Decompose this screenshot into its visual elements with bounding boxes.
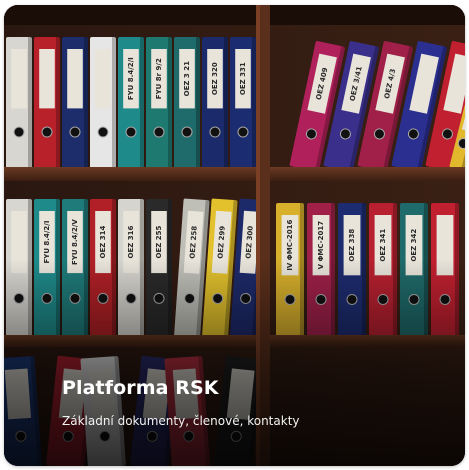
shelf-board-middle <box>4 335 465 347</box>
binder: OEZ 3 21 <box>174 37 200 169</box>
binder <box>34 37 60 169</box>
binder <box>164 355 210 466</box>
binder: FYU 8.4/2/I <box>34 199 60 337</box>
binder: OEZ 341 <box>369 203 397 337</box>
binder: FYU 8r 9/2 <box>146 37 172 169</box>
binder-label: OEZ 342 <box>410 229 418 262</box>
binder-label: V ΦMC-2017 <box>317 221 325 270</box>
binder: OEZ 331 <box>230 37 256 169</box>
card-title: Platforma RSK <box>62 377 219 399</box>
binder-group-lower-left: FYU 8.4/2/I FYU 8.4/2/V OEZ 314 OEZ 316 OEZ … <box>6 198 266 338</box>
binder: OEZ 320 <box>202 37 228 169</box>
binder: OEZ 316 <box>118 199 144 337</box>
binder <box>90 37 116 169</box>
binder-label: OEZ 338 <box>348 229 356 262</box>
binder <box>6 37 32 169</box>
binder: FYU 8.4/2/I <box>118 37 144 169</box>
binder: IV ΦMC-2016 <box>276 203 304 337</box>
binder-label: FYU 8.4/2/I <box>127 57 135 100</box>
binder-label: OEZ 316 <box>127 225 135 258</box>
binder-group-upper-left: FYU 8.4/2/I FYU 8r 9/2 OEZ 3 21 OEZ 320 OEZ … <box>6 37 256 169</box>
binder: OEZ 314 <box>90 199 116 337</box>
binder-label: FYU 8r 9/2 <box>155 58 163 99</box>
card-subtitle: Základní dokumenty, členové, kontakty <box>62 414 300 428</box>
binder-label: FYU 8.4/2/I <box>43 221 51 264</box>
binder-label: OEZ 255 <box>155 225 163 258</box>
binder-label: OEZ 314 <box>99 225 107 258</box>
binder-label: OEZ 320 <box>211 62 219 95</box>
binder: V ΦMC-2017 <box>307 203 335 337</box>
binder: OEZ 338 <box>338 203 366 337</box>
platform-card[interactable]: FYU 8.4/2/I FYU 8r 9/2 OEZ 3 21 OEZ 320 OEZ … <box>4 5 465 466</box>
shelf-board-top <box>4 167 465 181</box>
binder <box>80 355 126 466</box>
binder <box>62 37 88 169</box>
binder-label: OEZ 3 21 <box>183 61 191 96</box>
binder-label: IV ΦMC-2016 <box>286 219 294 270</box>
binder-label: OEZ 331 <box>239 62 247 95</box>
binder: FYU 8.4/2/V <box>62 199 88 337</box>
binder-label: FYU 8.4/2/V <box>71 219 79 265</box>
binder-label: OEZ 341 <box>379 229 387 262</box>
binder <box>6 199 32 337</box>
binder <box>431 203 459 337</box>
binder: OEZ 342 <box>400 203 428 337</box>
binder: OEZ 255 <box>146 199 172 337</box>
